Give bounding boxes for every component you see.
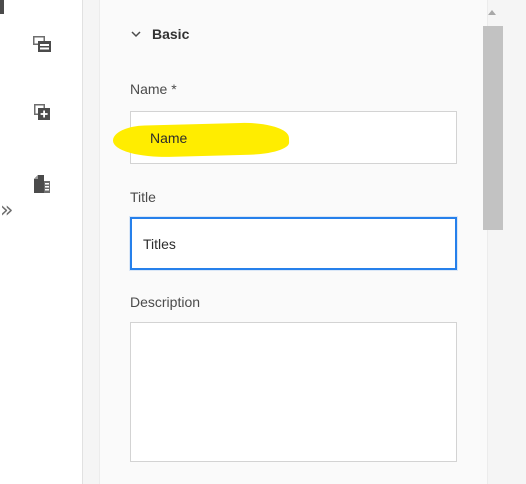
chevron-down-icon [131, 31, 141, 38]
title-field-label: Title [130, 189, 156, 205]
section-title: Basic [152, 26, 190, 42]
panel-scrollbar[interactable] [483, 0, 503, 484]
scroll-thumb[interactable] [483, 26, 503, 230]
basic-section-toggle[interactable]: Basic [130, 24, 189, 44]
document-properties-icon[interactable] [32, 174, 52, 194]
description-field-label: Description [130, 294, 201, 310]
name-field-label: Name * [130, 81, 177, 97]
rail-corner-marker [0, 0, 4, 14]
layout-panels-icon[interactable] [32, 34, 52, 54]
expand-panel-button[interactable]: » [0, 198, 22, 224]
editor-window: » Basic Name * Title Description [0, 0, 526, 484]
name-input[interactable] [130, 111, 457, 164]
left-icon-rail: » [0, 0, 83, 484]
description-textarea[interactable] [130, 322, 457, 462]
title-input[interactable] [130, 217, 457, 270]
add-component-icon[interactable] [32, 102, 52, 122]
scroll-up-arrow-icon[interactable] [488, 10, 496, 15]
